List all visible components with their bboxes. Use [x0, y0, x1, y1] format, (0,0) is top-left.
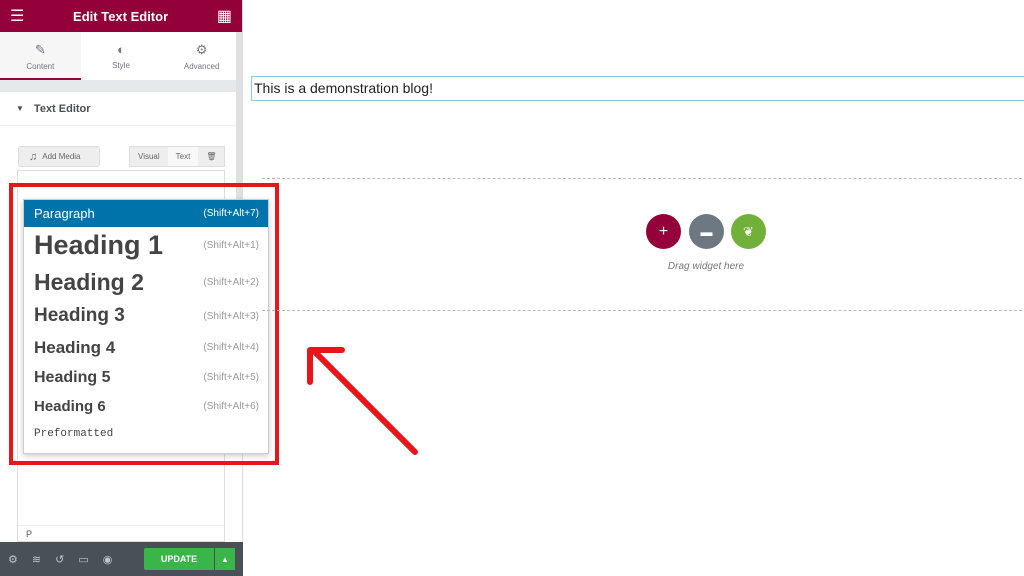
menu-icon[interactable]: ☰	[10, 6, 24, 26]
history-icon[interactable]: ↺	[55, 553, 64, 566]
drop-zone	[262, 178, 1024, 311]
add-template-button[interactable]: ▬	[689, 214, 724, 249]
folder-icon: ▬	[700, 224, 713, 239]
contrast-icon: ◐	[117, 42, 125, 57]
tab-label: Advanced	[183, 62, 220, 71]
tab-label: Style	[112, 61, 130, 70]
caret-down-icon: ▼	[16, 104, 24, 113]
preview-eye-icon[interactable]: ◉	[103, 553, 113, 566]
element-path: P	[18, 525, 224, 541]
tab-style[interactable]: ◐ Style	[81, 32, 162, 80]
add-media-label: Add Media	[42, 152, 81, 161]
update-button[interactable]: UPDATE	[144, 548, 214, 570]
blog-text-widget[interactable]: This is a demonstration blog!	[251, 76, 1024, 101]
tab-advanced[interactable]: ⚙ Advanced	[161, 32, 242, 80]
section-toggle[interactable]: ▼ Text Editor	[0, 92, 242, 126]
drag-hint: Drag widget here	[667, 261, 745, 272]
visual-tab[interactable]: Visual	[130, 147, 168, 166]
panel-header: ☰ Edit Text Editor ▦	[0, 0, 242, 32]
settings-icon[interactable]: ⚙	[8, 553, 18, 566]
pencil-icon: ✎	[34, 42, 46, 57]
layers-icon[interactable]: ≋	[32, 553, 41, 566]
tab-label: Content	[26, 62, 55, 71]
plus-icon: +	[658, 222, 669, 240]
text-tab[interactable]: Text	[167, 147, 199, 166]
apps-grid-icon[interactable]: ▦	[217, 6, 232, 26]
section-title: Text Editor	[33, 102, 91, 115]
responsive-icon[interactable]: ▭	[78, 553, 88, 566]
annotation-arrow	[307, 347, 418, 455]
trash-icon[interactable]: 🗑	[198, 147, 225, 166]
envato-kit-button[interactable]: ❦	[731, 214, 766, 249]
update-options-button[interactable]: ▲	[215, 548, 235, 570]
tab-content[interactable]: ✎ Content	[0, 32, 81, 80]
add-media-button[interactable]: ♫ Add Media	[18, 146, 100, 167]
gear-icon: ⚙	[195, 42, 208, 57]
highlight-box	[9, 183, 279, 465]
panel-title: Edit Text Editor	[73, 8, 169, 24]
media-icon: ♫	[29, 150, 38, 163]
add-section-button[interactable]: +	[646, 214, 681, 249]
panel-footer: ⚙ ≋ ↺ ▭ ◉ UPDATE ▲	[0, 542, 243, 576]
leaf-icon: ❦	[743, 223, 754, 239]
